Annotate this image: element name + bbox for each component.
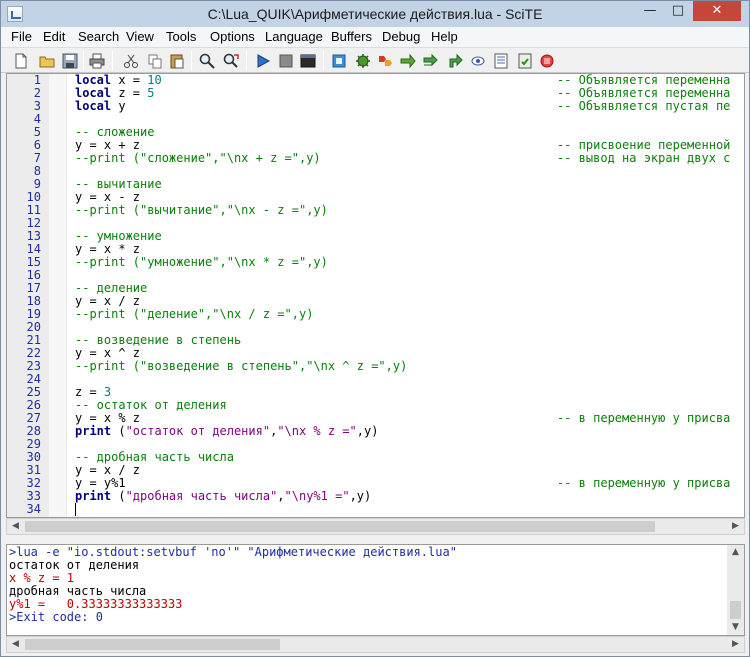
code-editor[interactable]: 1 local x = 10 -- Объявляется переменна 2 lo…	[6, 73, 745, 518]
code-line[interactable]: 15 --print ("умножение","\nx * z =",y)	[7, 256, 744, 269]
line-number: 34	[26, 502, 41, 516]
plugin-8-icon[interactable]	[493, 53, 509, 69]
scroll-thumb[interactable]	[25, 521, 655, 532]
plugin-2-icon[interactable]	[355, 53, 371, 69]
scroll-left-arrow-icon[interactable]: ◀	[7, 519, 24, 534]
scroll-thumb[interactable]	[25, 639, 280, 650]
editor-horizontal-scrollbar[interactable]: ◀ ▶	[6, 518, 745, 535]
output-vertical-scrollbar[interactable]: ▲ ▼	[727, 545, 744, 635]
code-line[interactable]: 19 --print ("деление","\nx / z =",y)	[7, 308, 744, 321]
plugin-7-icon[interactable]	[470, 53, 486, 69]
plugin-1-icon[interactable]	[331, 53, 347, 69]
menu-language[interactable]: Language	[265, 29, 323, 44]
code-line[interactable]: 33 print ("дробная часть числа","\ny%1 ="…	[7, 490, 744, 503]
toolbar-separator	[112, 51, 113, 71]
output-line: >Exit code: 0	[9, 610, 103, 624]
new-file-icon[interactable]	[13, 53, 29, 69]
replace-icon[interactable]	[223, 53, 239, 69]
code-text[interactable]: --print ("умножение","\nx * z =",y)	[75, 256, 328, 269]
toolbar	[1, 47, 749, 73]
code-text[interactable]: --print ("вычитание","\nx - z =",y)	[75, 204, 328, 217]
find-icon[interactable]	[199, 53, 215, 69]
code-text[interactable]: --print ("деление","\nx / z =",y)	[75, 308, 313, 321]
menu-search[interactable]: Search	[78, 29, 119, 44]
code-text[interactable]: --print ("сложение","\nx + z =",y)	[75, 152, 321, 165]
scroll-right-arrow-icon[interactable]: ▶	[727, 637, 744, 652]
scroll-thumb[interactable]	[730, 601, 741, 619]
menu-bar: File Edit Search View Tools Options Lang…	[1, 27, 749, 47]
plugin-5-icon[interactable]	[423, 53, 439, 69]
code-line[interactable]: 34	[7, 503, 744, 516]
title-bar[interactable]: C:\Lua_QUIK\Арифметические действия.lua …	[1, 1, 749, 27]
output-pane[interactable]: >lua -e "io.stdout:setvbuf 'no'" "Арифме…	[6, 544, 745, 636]
menu-debug[interactable]: Debug	[382, 29, 420, 44]
menu-tools[interactable]: Tools	[166, 29, 196, 44]
scite-window: C:\Lua_QUIK\Арифметические действия.lua …	[0, 0, 750, 657]
save-icon[interactable]	[62, 53, 78, 69]
window-title: C:\Lua_QUIK\Арифметические действия.lua …	[207, 6, 543, 22]
toolbar-separator	[246, 51, 247, 71]
trailing-comment: -- в переменную y присва	[557, 476, 731, 490]
open-file-icon[interactable]	[39, 53, 55, 69]
copy-icon[interactable]	[147, 53, 163, 69]
scroll-up-arrow-icon[interactable]: ▲	[727, 545, 744, 560]
minimize-button[interactable]: —	[636, 1, 664, 21]
menu-options[interactable]: Options	[210, 29, 255, 44]
code-line[interactable]: 23 --print ("возведение в степень","\nx ^…	[7, 360, 744, 373]
plugin-9-icon[interactable]	[517, 53, 533, 69]
toolbar-separator	[83, 51, 84, 71]
trailing-comment: -- в переменную y присва	[557, 411, 731, 425]
pane-splitter[interactable]	[1, 535, 749, 544]
console-icon[interactable]	[300, 53, 316, 69]
scroll-left-arrow-icon[interactable]: ◀	[7, 637, 24, 652]
stop-icon[interactable]	[278, 53, 294, 69]
code-line[interactable]: 28 print ("остаток от деления","\nx % z =…	[7, 425, 744, 438]
code-line[interactable]: 24	[7, 373, 744, 386]
print-icon[interactable]	[89, 53, 105, 69]
plugin-10-icon[interactable]	[539, 53, 555, 69]
output-horizontal-scrollbar[interactable]: ◀ ▶	[6, 636, 745, 653]
close-button[interactable]: ✕	[693, 1, 741, 21]
menu-view[interactable]: View	[126, 29, 154, 44]
scroll-down-arrow-icon[interactable]: ▼	[727, 620, 744, 635]
plugin-6-icon[interactable]	[447, 53, 463, 69]
paste-icon[interactable]	[169, 53, 185, 69]
code-text[interactable]: --print ("возведение в степень","\nx ^ z…	[75, 360, 407, 373]
code-text[interactable]: print ("остаток от деления","\nx % z =",…	[75, 425, 378, 438]
menu-buffers[interactable]: Buffers	[331, 29, 372, 44]
toolbar-separator	[191, 51, 192, 71]
scroll-right-arrow-icon[interactable]: ▶	[727, 519, 744, 534]
code-line[interactable]: 7 --print ("сложение","\nx + z =",y) -- вы…	[7, 152, 744, 165]
code-line[interactable]: 11 --print ("вычитание","\nx - z =",y)	[7, 204, 744, 217]
menu-help[interactable]: Help	[431, 29, 458, 44]
plugin-4-icon[interactable]	[400, 53, 416, 69]
toolbar-separator	[323, 51, 324, 71]
trailing-comment: -- Объявляется пустая пе	[557, 99, 731, 113]
menu-file[interactable]: File	[11, 29, 32, 44]
plugin-3-icon[interactable]	[377, 53, 393, 69]
trailing-comment: -- вывод на экран двух с	[557, 151, 731, 165]
code-text[interactable]: print ("дробная часть числа","\ny%1 =",y…	[75, 490, 371, 503]
code-text[interactable]: local y	[75, 100, 126, 113]
code-line[interactable]: 3 local y -- Объявляется пустая пе	[7, 100, 744, 113]
cut-icon[interactable]	[123, 53, 139, 69]
menu-edit[interactable]: Edit	[43, 29, 65, 44]
run-icon[interactable]	[255, 53, 271, 69]
text-caret	[75, 503, 76, 516]
maximize-button[interactable]: □	[664, 1, 692, 21]
